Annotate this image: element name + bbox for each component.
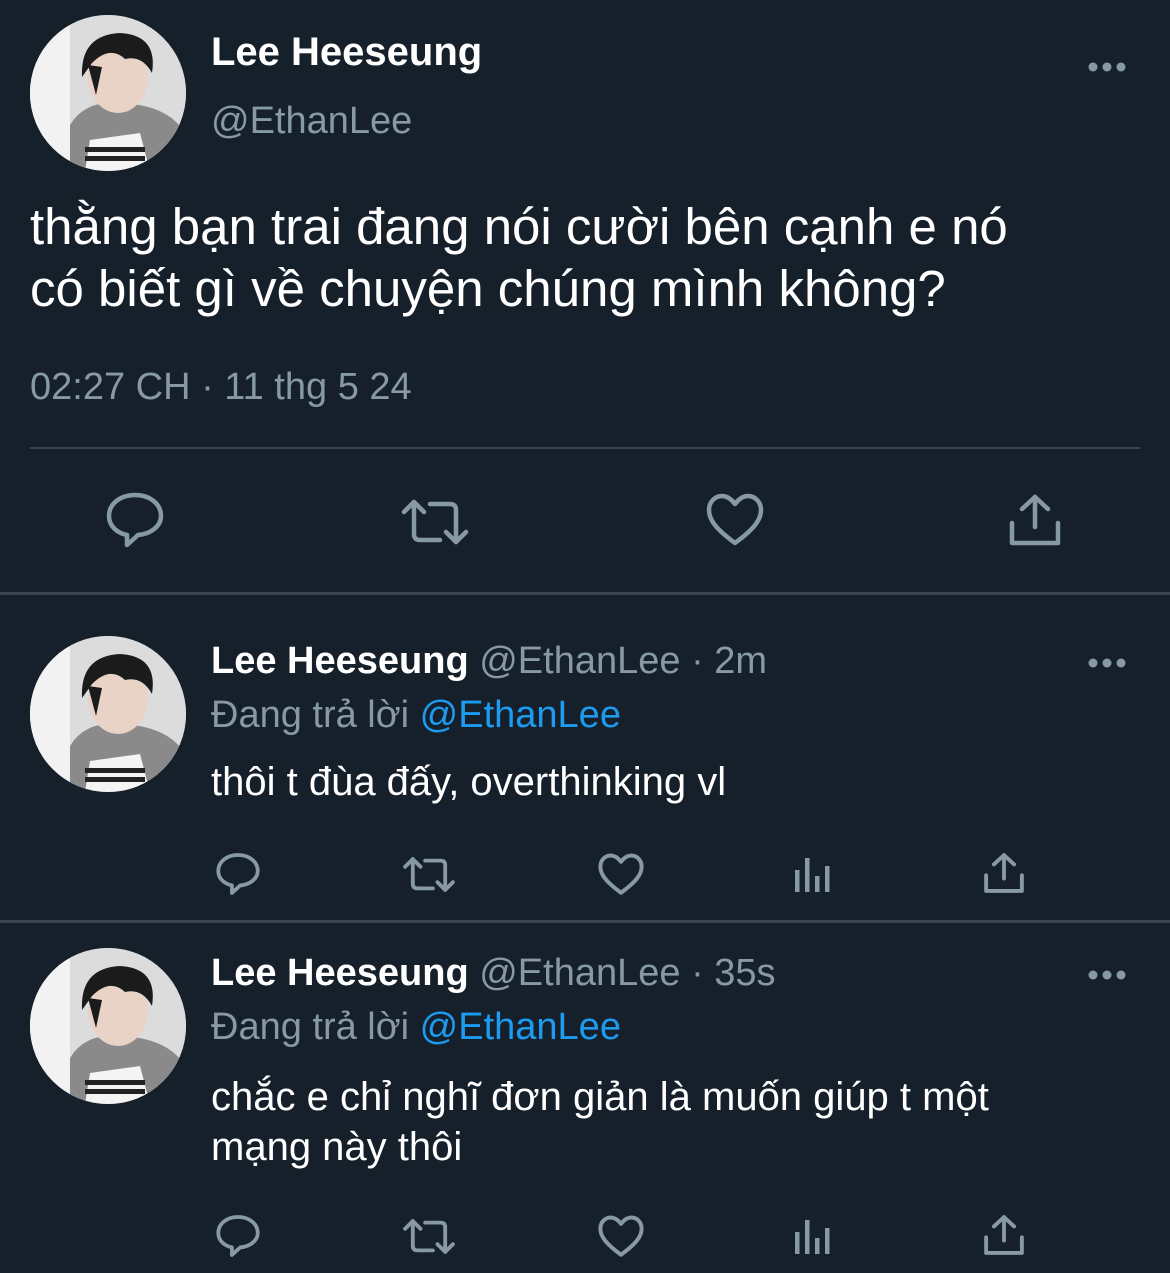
handle[interactable]: @EthanLee xyxy=(479,952,680,994)
tweet-text-line: thằng bạn trai đang nói cười bên cạnh e … xyxy=(30,198,1008,255)
like-icon[interactable] xyxy=(706,493,764,547)
section-divider xyxy=(0,592,1170,595)
share-icon[interactable] xyxy=(983,1214,1025,1256)
avatar-photo xyxy=(30,15,186,171)
reply-time[interactable]: · 35s xyxy=(691,952,775,994)
more-options-icon[interactable] xyxy=(1088,968,1128,982)
avatar[interactable] xyxy=(30,15,186,171)
analytics-icon[interactable] xyxy=(793,856,833,892)
reply-icon[interactable] xyxy=(215,1214,261,1258)
divider xyxy=(30,447,1140,449)
avatar[interactable] xyxy=(30,948,186,1104)
display-name[interactable]: Lee Heeseung xyxy=(211,30,482,75)
tweet-text: thằng bạn trai đang nói cười bên cạnh e … xyxy=(30,196,1008,320)
replying-to-label: Đang trả lời xyxy=(211,694,410,736)
replying-to: Đang trả lời @EthanLee xyxy=(211,1006,621,1049)
like-icon[interactable] xyxy=(598,1215,644,1258)
replying-to: Đang trả lời @EthanLee xyxy=(211,694,621,737)
avatar[interactable] xyxy=(30,636,186,792)
reply-text-line: mạng này thôi xyxy=(211,1125,463,1169)
reply-time[interactable]: · 2m xyxy=(691,640,767,682)
avatar-photo xyxy=(30,948,186,1104)
replying-to-label: Đang trả lời xyxy=(211,1006,410,1048)
reply-text: thôi t đùa đấy, overthinking vl xyxy=(211,760,727,804)
display-name[interactable]: Lee Heeseung xyxy=(211,640,469,682)
handle[interactable]: @EthanLee xyxy=(211,100,412,143)
handle[interactable]: @EthanLee xyxy=(479,640,680,682)
share-icon[interactable] xyxy=(1008,493,1062,547)
replying-to-link[interactable]: @EthanLee xyxy=(420,1006,621,1048)
more-options-icon[interactable] xyxy=(1088,656,1128,670)
reply-header: Lee Heeseung @EthanLee · 35s xyxy=(211,952,776,995)
retweet-icon[interactable] xyxy=(402,1218,456,1255)
reply-text-line: chắc e chỉ nghĩ đơn giản là muốn giúp t … xyxy=(211,1075,989,1119)
reply-text: chắc e chỉ nghĩ đơn giản là muốn giúp t … xyxy=(211,1072,989,1172)
retweet-icon[interactable] xyxy=(402,856,456,893)
reply-icon[interactable] xyxy=(105,491,165,549)
share-icon[interactable] xyxy=(983,852,1025,894)
section-divider xyxy=(0,920,1170,923)
analytics-icon[interactable] xyxy=(793,1218,833,1254)
reply-header: Lee Heeseung @EthanLee · 2m xyxy=(211,640,767,683)
more-options-icon[interactable] xyxy=(1088,60,1128,74)
avatar-photo xyxy=(30,636,186,792)
replying-to-link[interactable]: @EthanLee xyxy=(420,694,621,736)
tweet-text-line: có biết gì về chuyện chúng mình không? xyxy=(30,260,946,317)
reply-icon[interactable] xyxy=(215,852,261,896)
display-name[interactable]: Lee Heeseung xyxy=(211,952,469,994)
retweet-icon[interactable] xyxy=(400,498,470,546)
like-icon[interactable] xyxy=(598,853,644,896)
timestamp[interactable]: 02:27 CH · 11 thg 5 24 xyxy=(30,366,412,409)
